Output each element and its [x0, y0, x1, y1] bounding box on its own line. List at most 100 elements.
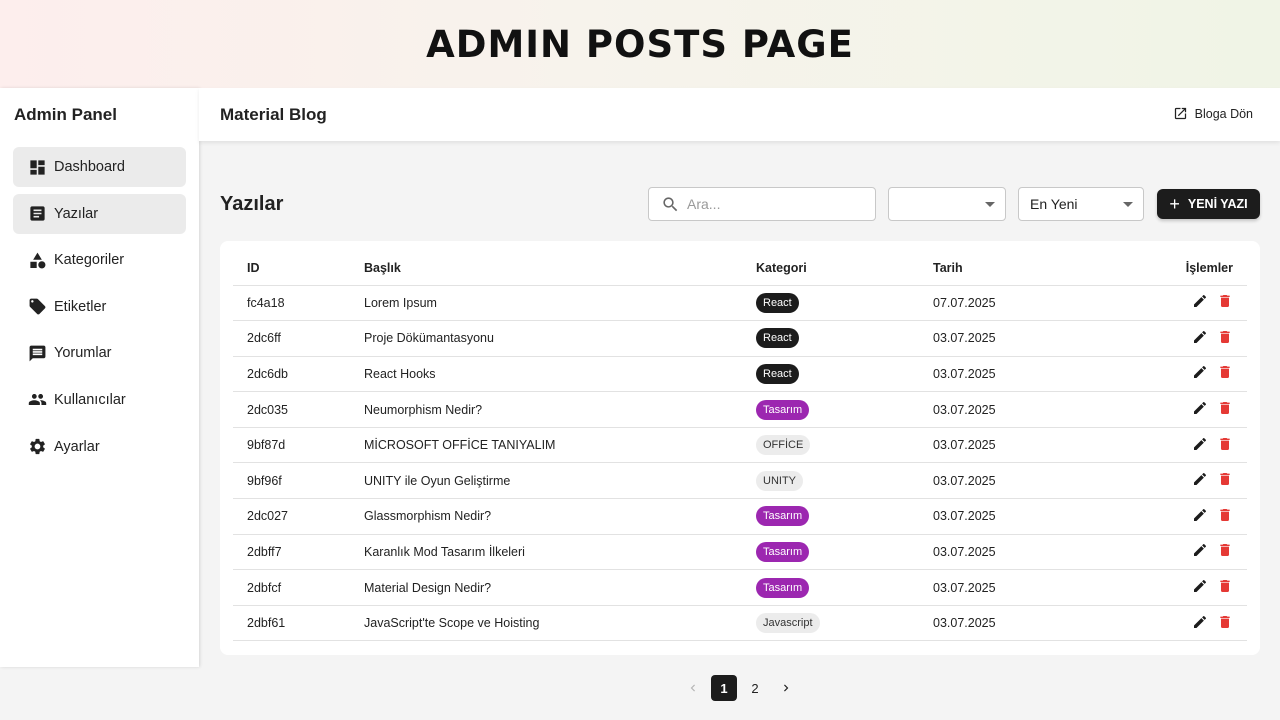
- sidebar-item-posts[interactable]: Yazılar: [13, 193, 186, 234]
- delete-icon[interactable]: [1217, 400, 1233, 416]
- post-title-cell: Material Design Nedir?: [364, 569, 756, 606]
- delete-icon[interactable]: [1217, 578, 1233, 594]
- category-chip: React: [756, 328, 799, 349]
- table-row: 2dc035 Neumorphism Nedir? Tasarım 03.07.202…: [233, 391, 1247, 428]
- sidebar-item-label: Etiketler: [54, 298, 107, 315]
- post-category-cell: React: [756, 356, 933, 393]
- post-category-cell: UNITY: [756, 462, 933, 500]
- post-date-cell: 03.07.2025: [933, 534, 1133, 571]
- table-row: 2dbff7 Karanlık Mod Tasarım İlkeleri Tasar…: [233, 534, 1247, 571]
- chevron-right-icon: [784, 684, 789, 692]
- post-id-cell: 2dbff7: [233, 534, 364, 571]
- open-in-new-icon: [1174, 107, 1186, 120]
- post-date-cell: 03.07.2025: [933, 320, 1133, 357]
- previous-page-button[interactable]: [680, 675, 706, 701]
- post-actions-cell: [1133, 391, 1247, 428]
- category-icon: [27, 250, 47, 270]
- sort-value: En Yeni: [1030, 196, 1078, 212]
- plus-icon: +: [1169, 194, 1180, 214]
- sidebar: Admin Panel Dashboard Yazılar Kategorile…: [0, 88, 199, 667]
- post-title-cell: Glassmorphism Nedir?: [364, 498, 756, 535]
- page-title: Yazılar: [220, 193, 284, 215]
- post-category-cell: Tasarım: [756, 498, 933, 535]
- post-date-cell: 03.07.2025: [933, 498, 1133, 535]
- column-header-title: Başlık: [364, 252, 756, 286]
- page-button-1[interactable]: 1: [711, 675, 737, 701]
- sidebar-item-label: Kategoriler: [54, 252, 125, 269]
- post-id-cell: fc4a18: [233, 285, 364, 322]
- search-field[interactable]: [648, 187, 876, 221]
- sidebar-item-label: Yorumlar: [54, 345, 112, 362]
- search-input[interactable]: [687, 196, 857, 212]
- edit-icon[interactable]: [1192, 364, 1208, 380]
- next-page-button[interactable]: [773, 675, 799, 701]
- delete-icon[interactable]: [1217, 364, 1233, 380]
- column-header-id: ID: [233, 252, 364, 286]
- post-actions-cell: [1133, 356, 1247, 393]
- sidebar-item-settings[interactable]: Ayarlar: [13, 427, 186, 467]
- edit-icon[interactable]: [1192, 578, 1208, 594]
- category-chip: React: [756, 363, 799, 384]
- edit-icon[interactable]: [1192, 507, 1208, 523]
- posts-table-card: ID Başlık Kategori Tarih İşlemler fc4a18…: [220, 241, 1260, 655]
- post-title-cell: React Hooks: [364, 356, 756, 393]
- edit-icon[interactable]: [1192, 614, 1208, 630]
- delete-icon[interactable]: [1217, 542, 1233, 558]
- sidebar-item-dashboard[interactable]: Dashboard: [13, 147, 186, 187]
- post-category-cell: Javascript: [756, 605, 933, 642]
- delete-icon[interactable]: [1217, 614, 1233, 630]
- table-row: fc4a18 Lorem Ipsum React 07.07.2025: [233, 285, 1247, 322]
- post-title-cell: JavaScript'te Scope ve Hoisting: [364, 605, 756, 642]
- delete-icon[interactable]: [1217, 436, 1233, 452]
- category-chip: Tasarım: [756, 506, 810, 527]
- dashboard-icon: [27, 157, 47, 177]
- edit-icon[interactable]: [1192, 436, 1208, 452]
- sort-select[interactable]: En Yeni: [1018, 187, 1144, 221]
- new-post-button[interactable]: + YENİ YAZI: [1157, 189, 1260, 219]
- gear-icon: [27, 437, 47, 457]
- edit-icon[interactable]: [1192, 293, 1208, 309]
- edit-icon[interactable]: [1192, 329, 1208, 345]
- column-header-date: Tarih: [933, 252, 1133, 286]
- post-title-cell: Proje Dökümantasyonu: [364, 320, 756, 357]
- post-actions-cell: [1133, 498, 1247, 535]
- post-id-cell: 2dc6db: [233, 356, 364, 393]
- category-filter-select[interactable]: [888, 187, 1006, 221]
- delete-icon[interactable]: [1217, 471, 1233, 487]
- edit-icon[interactable]: [1192, 471, 1208, 487]
- post-title-cell: Neumorphism Nedir?: [364, 391, 756, 428]
- sidebar-item-tags[interactable]: Etiketler: [13, 287, 186, 327]
- sidebar-item-comments[interactable]: Yorumlar: [13, 333, 186, 373]
- post-date-cell: 03.07.2025: [933, 356, 1133, 393]
- table-row: 2dc6ff Proje Dökümantasyonu React 03.07.202…: [233, 320, 1247, 357]
- sidebar-item-users[interactable]: Kullanıcılar: [13, 380, 186, 420]
- post-actions-cell: [1133, 462, 1247, 500]
- post-id-cell: 9bf87d: [233, 427, 364, 464]
- post-actions-cell: [1133, 427, 1247, 464]
- delete-icon[interactable]: [1217, 507, 1233, 523]
- table-body: fc4a18 Lorem Ipsum React 07.07.2025 2dc6ff Pr…: [233, 285, 1247, 642]
- post-actions-cell: [1133, 320, 1247, 357]
- post-id-cell: 2dc027: [233, 498, 364, 535]
- edit-icon[interactable]: [1192, 400, 1208, 416]
- post-category-cell: Tasarım: [756, 569, 933, 606]
- posts-table: ID Başlık Kategori Tarih İşlemler fc4a18…: [233, 252, 1247, 642]
- post-category-cell: React: [756, 285, 933, 322]
- article-icon: [27, 204, 47, 224]
- chevron-left-icon: [690, 684, 695, 692]
- sidebar-item-categories[interactable]: Kategoriler: [13, 240, 186, 280]
- back-to-blog-button[interactable]: Bloga Dön: [1173, 106, 1253, 121]
- post-id-cell: 9bf96f: [233, 462, 364, 500]
- delete-icon[interactable]: [1217, 293, 1233, 309]
- category-chip: Javascript: [756, 613, 820, 634]
- post-date-cell: 07.07.2025: [933, 285, 1133, 322]
- edit-icon[interactable]: [1192, 542, 1208, 558]
- banner-title: ADMIN POSTS PAGE: [426, 22, 854, 66]
- page-button-2[interactable]: 2: [742, 675, 768, 701]
- post-actions-cell: [1133, 285, 1247, 322]
- post-actions-cell: [1133, 569, 1247, 606]
- post-date-cell: 03.07.2025: [933, 427, 1133, 464]
- table-header-row: ID Başlık Kategori Tarih İşlemler: [233, 252, 1247, 286]
- delete-icon[interactable]: [1217, 329, 1233, 345]
- sidebar-item-label: Yazılar: [54, 205, 99, 222]
